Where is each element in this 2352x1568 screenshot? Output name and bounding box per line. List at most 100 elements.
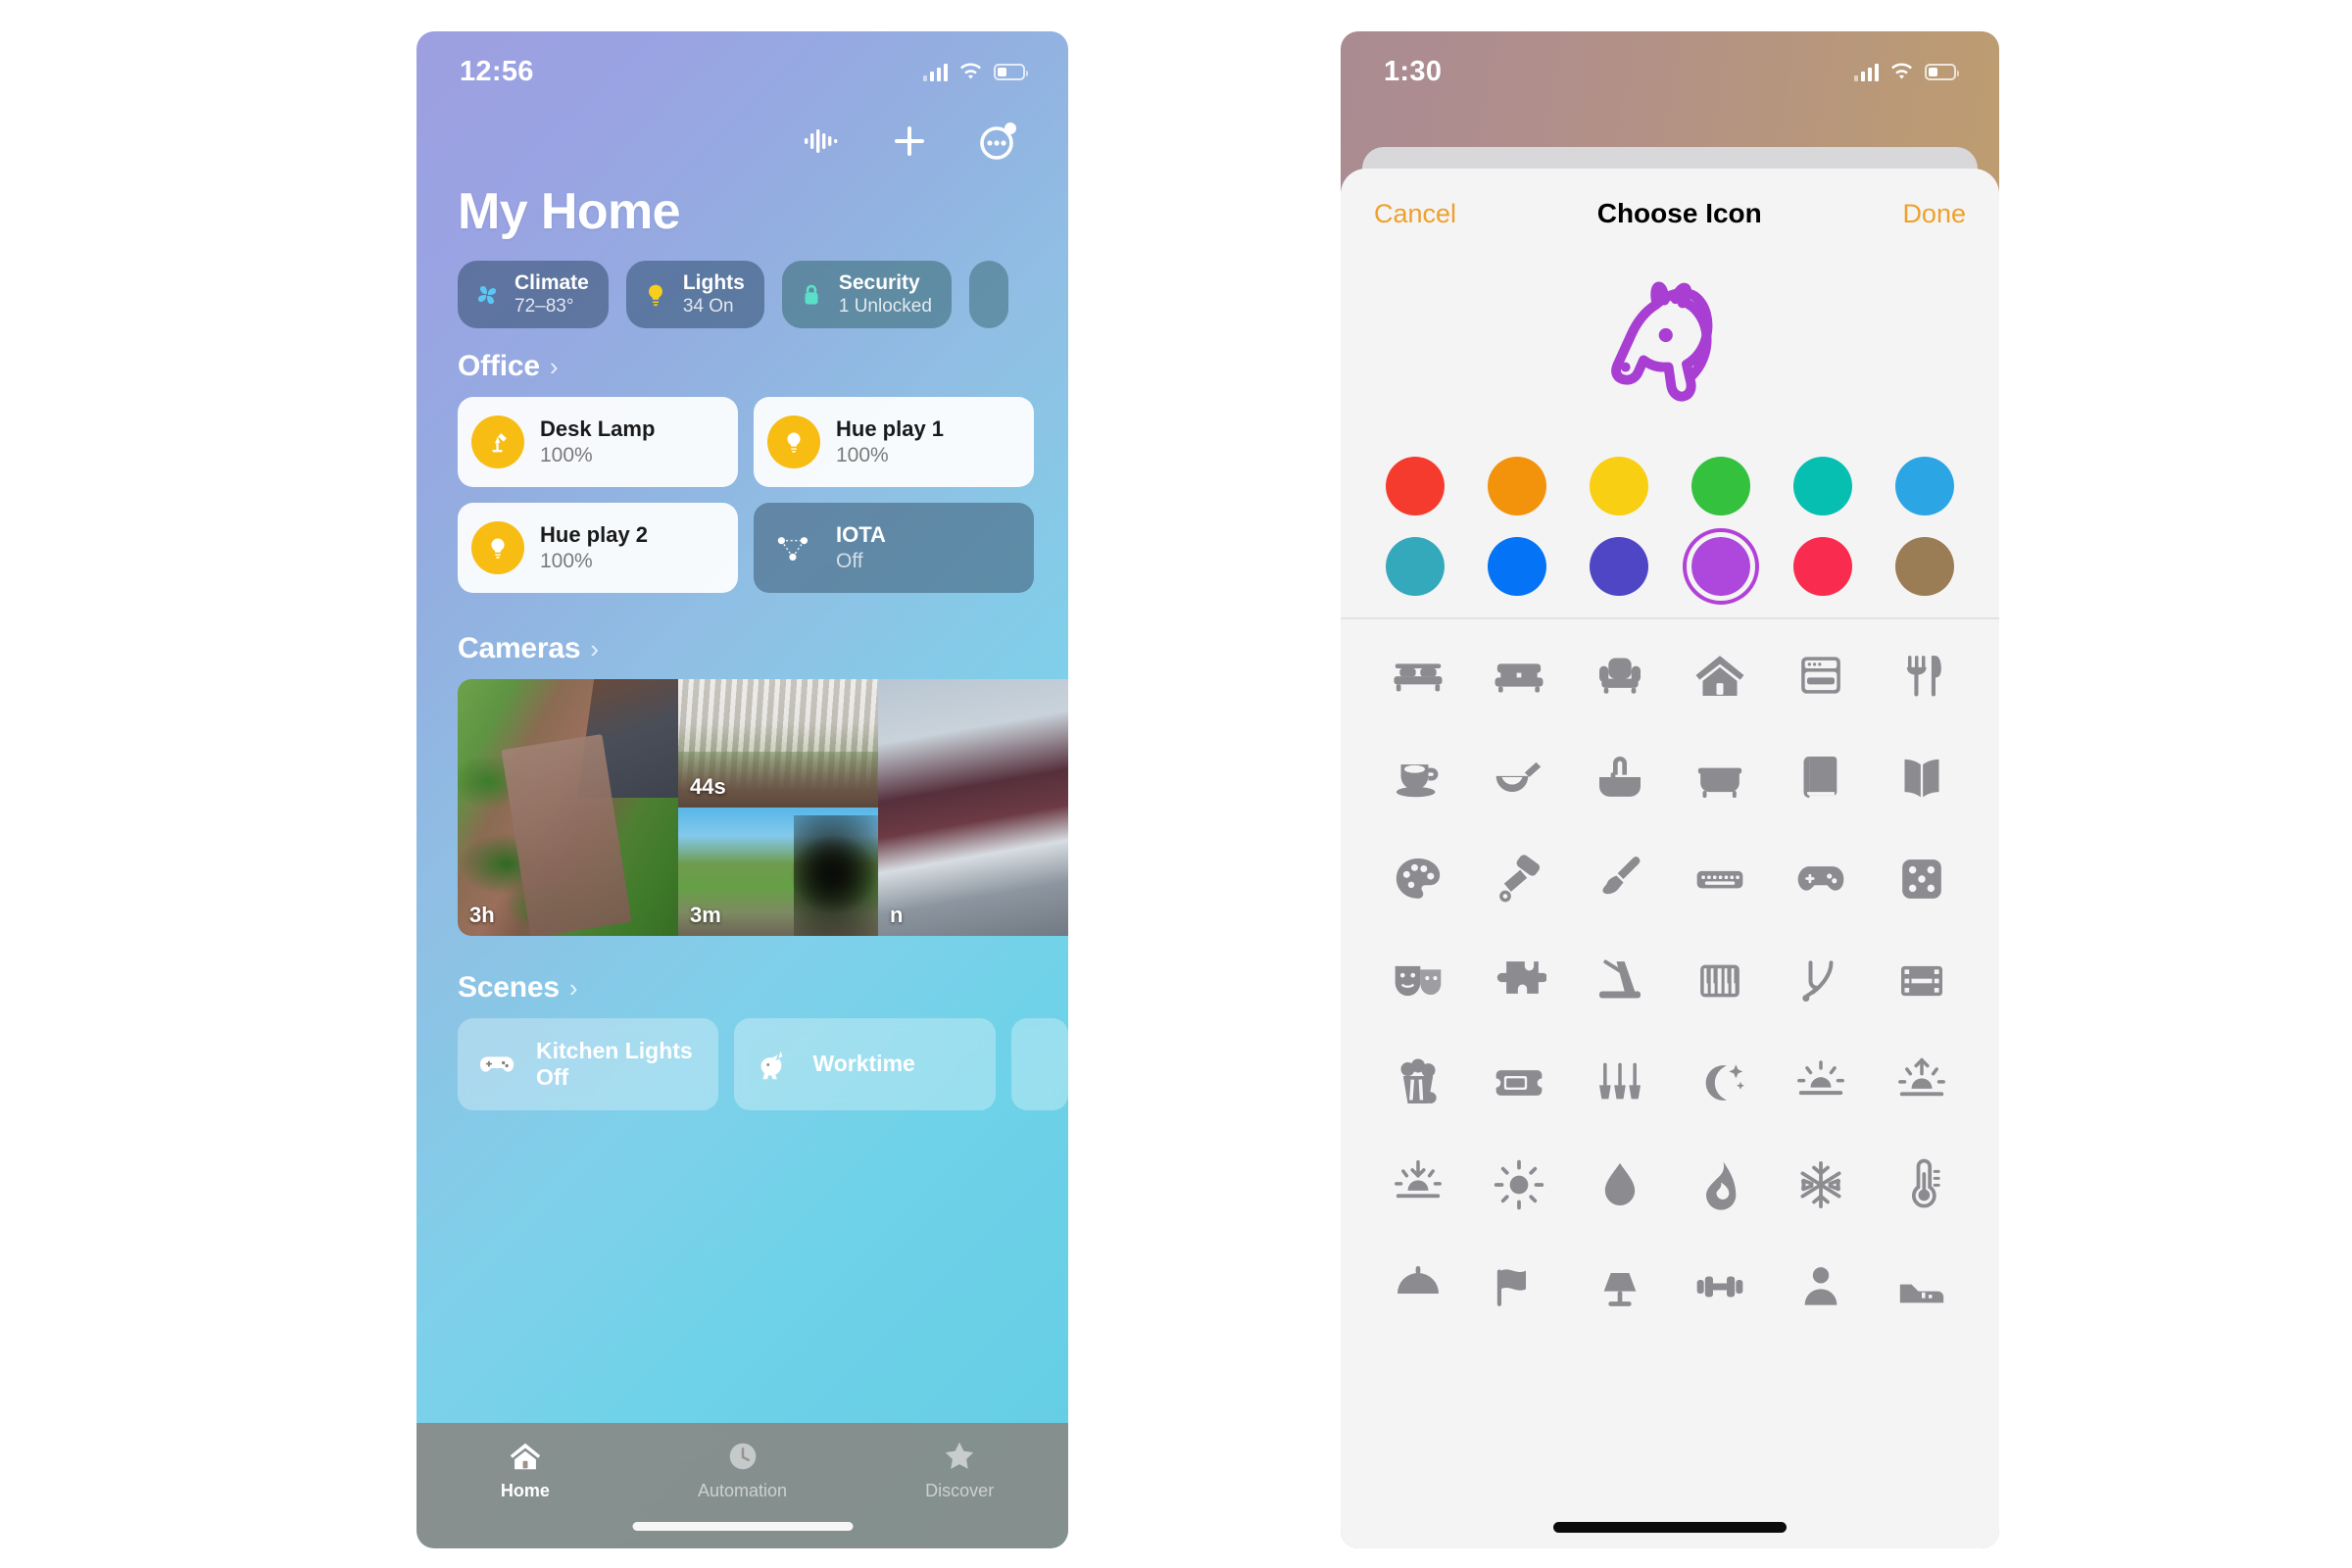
puzzle-piece-icon[interactable] <box>1483 945 1555 1017</box>
device-tile-hue-play-2[interactable]: Hue play 2 100% <box>458 503 738 594</box>
tuning-fork-icon[interactable] <box>1785 945 1857 1017</box>
color-swatch-teal[interactable] <box>1793 457 1852 515</box>
color-swatch-green[interactable] <box>1691 457 1750 515</box>
sunrise-icon[interactable] <box>1785 1047 1857 1119</box>
snowflake-icon[interactable] <box>1785 1149 1857 1221</box>
color-swatch-orange[interactable] <box>1488 457 1546 515</box>
device-tile-hue-play-1[interactable]: Hue play 1 100% <box>754 397 1034 488</box>
sunset-icon[interactable] <box>1382 1149 1454 1221</box>
bed-icon[interactable] <box>1382 639 1454 711</box>
status-chip-lights[interactable]: Lights 34 On <box>625 261 764 329</box>
teacup-icon[interactable] <box>1382 741 1454 813</box>
scene-tile-partial[interactable] <box>1010 1018 1068 1111</box>
keyboard-icon[interactable] <box>1684 843 1756 915</box>
sink-icon[interactable] <box>1584 741 1656 813</box>
camera-tile-yard[interactable]: 3m <box>678 808 878 937</box>
section-header-scenes[interactable]: Scenes › <box>416 936 1068 1004</box>
device-name: Desk Lamp <box>540 416 656 442</box>
device-tiles: Desk Lamp 100% Hue play 1 100% Hue play … <box>416 383 1068 594</box>
house-icon <box>506 1437 545 1476</box>
sensor-network-icon <box>767 521 820 574</box>
cancel-button[interactable]: Cancel <box>1374 199 1456 229</box>
film-icon[interactable] <box>1886 945 1958 1017</box>
fork-knife-icon[interactable] <box>1886 639 1958 711</box>
camera-tile-garden[interactable]: 3h <box>458 679 678 937</box>
paintbrush-icon[interactable] <box>1584 843 1656 915</box>
palette-icon[interactable] <box>1382 843 1454 915</box>
theater-masks-icon[interactable] <box>1382 945 1454 1017</box>
gamecontroller-icon[interactable] <box>1785 843 1857 915</box>
battery-icon <box>994 63 1028 80</box>
section-header-office[interactable]: Office › <box>416 328 1068 383</box>
house-icon[interactable] <box>1684 639 1756 711</box>
add-icon[interactable] <box>887 119 932 164</box>
color-swatch-light-blue[interactable] <box>1895 457 1954 515</box>
cellular-bars-icon <box>1853 63 1879 81</box>
done-button[interactable]: Done <box>1902 199 1966 229</box>
flame-icon[interactable] <box>1684 1149 1756 1221</box>
dice-icon[interactable] <box>1886 843 1958 915</box>
bathtub-icon[interactable] <box>1684 741 1756 813</box>
color-swatch-red[interactable] <box>1386 457 1445 515</box>
drop-icon[interactable] <box>1584 1149 1656 1221</box>
color-swatch-pink[interactable] <box>1793 537 1852 596</box>
tab-home[interactable]: Home <box>416 1437 634 1501</box>
status-chip-security[interactable]: Security 1 Unlocked <box>781 261 952 329</box>
desk-lamp-icon <box>471 416 524 469</box>
sofa-icon[interactable] <box>1483 639 1555 711</box>
shoe-icon[interactable] <box>1886 1250 1958 1323</box>
oven-icon[interactable] <box>1785 639 1857 711</box>
device-name: IOTA <box>836 522 886 548</box>
device-name: Hue play 2 <box>540 522 649 548</box>
tab-automation[interactable]: Automation <box>634 1437 852 1501</box>
camera-tile-partial[interactable]: n <box>878 679 1068 937</box>
sun-icon[interactable] <box>1483 1149 1555 1221</box>
camera-timestamp: 3m <box>690 903 721 928</box>
book-closed-icon[interactable] <box>1785 741 1857 813</box>
sheet-nav-bar: Cancel Choose Icon Done <box>1341 169 1999 259</box>
person-icon[interactable] <box>1785 1250 1857 1323</box>
color-swatch-yellow[interactable] <box>1590 457 1648 515</box>
metronome-icon[interactable] <box>1584 945 1656 1017</box>
chip-title: Security <box>838 271 920 294</box>
ticket-icon[interactable] <box>1483 1047 1555 1119</box>
moon-stars-icon[interactable] <box>1684 1047 1756 1119</box>
camera-tile-porch[interactable]: 44s <box>678 679 878 808</box>
paint-roller-icon[interactable] <box>1483 843 1555 915</box>
lamp-icon[interactable] <box>1584 1250 1656 1323</box>
status-chip-climate[interactable]: Climate 72–83° <box>458 261 609 329</box>
piano-icon[interactable] <box>1684 945 1756 1017</box>
color-swatch-purple[interactable] <box>1683 528 1759 605</box>
scene-tile-worktime[interactable]: Worktime <box>734 1018 996 1111</box>
color-swatch-cyan[interactable] <box>1386 537 1445 596</box>
camera-thumbnail <box>878 679 1068 937</box>
book-open-icon[interactable] <box>1886 741 1958 813</box>
scene-tile-kitchen-lights-off[interactable]: Kitchen Lights Off <box>458 1018 719 1111</box>
thermometer-icon[interactable] <box>1886 1149 1958 1221</box>
dumbbell-icon[interactable] <box>1684 1250 1756 1323</box>
garden-tools-icon[interactable] <box>1584 1047 1656 1119</box>
color-swatch-brown[interactable] <box>1895 537 1954 596</box>
section-header-cameras[interactable]: Cameras › <box>416 593 1068 665</box>
color-row-2 <box>1386 528 1954 605</box>
scene-label: Worktime <box>812 1051 915 1077</box>
armchair-icon[interactable] <box>1584 639 1656 711</box>
device-state: Off <box>836 549 863 572</box>
siri-waveform-icon[interactable] <box>798 119 843 164</box>
color-swatch-blue[interactable] <box>1488 537 1546 596</box>
dome-icon[interactable] <box>1382 1250 1454 1323</box>
fan-icon <box>472 280 502 310</box>
device-tile-iota[interactable]: IOTA Off <box>754 503 1034 594</box>
device-tile-desk-lamp[interactable]: Desk Lamp 100% <box>458 397 738 488</box>
tab-discover[interactable]: Discover <box>851 1437 1068 1501</box>
chevron-right-icon: › <box>568 972 578 1003</box>
flag-icon[interactable] <box>1483 1250 1555 1323</box>
more-options-icon[interactable] <box>976 119 1021 164</box>
status-chip-partial[interactable] <box>968 261 1008 329</box>
sun-up-icon[interactable] <box>1886 1047 1958 1119</box>
color-swatch-indigo[interactable] <box>1590 537 1648 596</box>
color-swatch-picker <box>1341 445 1999 605</box>
device-state: 100% <box>540 443 593 466</box>
pan-icon[interactable] <box>1483 741 1555 813</box>
popcorn-icon[interactable] <box>1382 1047 1454 1119</box>
